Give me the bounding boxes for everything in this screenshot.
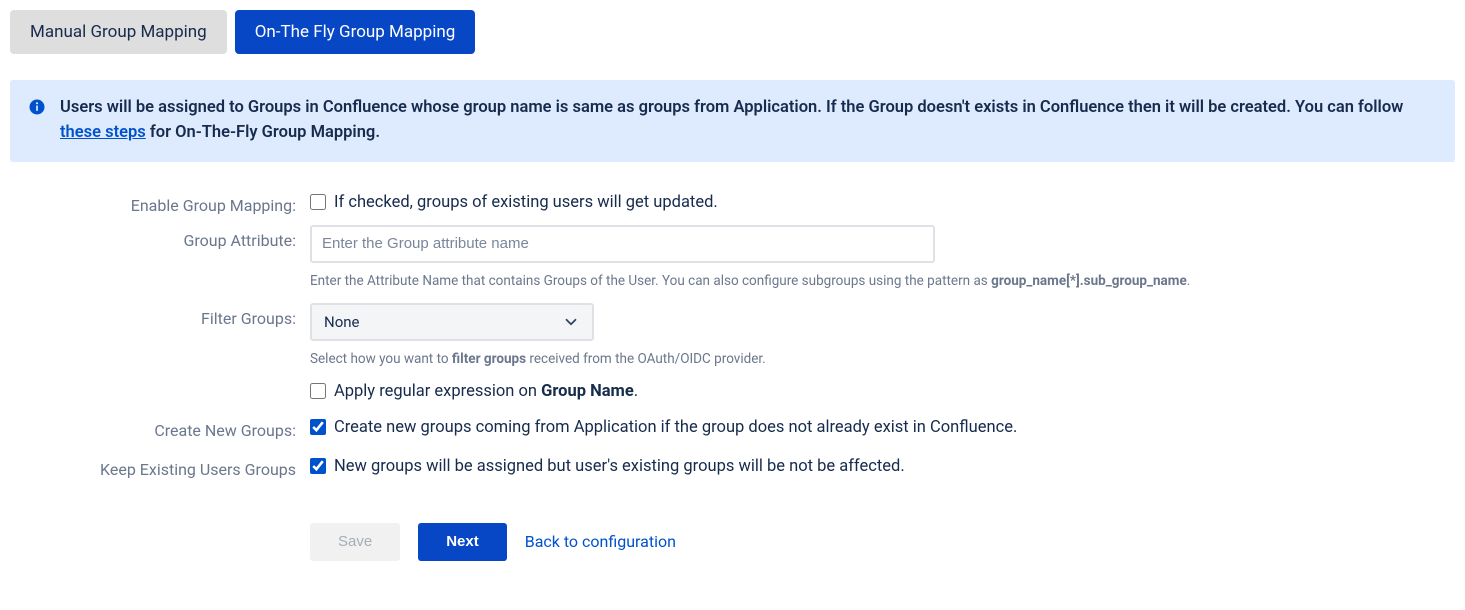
label-keep-existing-groups: Keep Existing Users Groups: [10, 454, 310, 479]
desc-apply-regex: Apply regular expression on Group Name.: [334, 382, 638, 401]
label-enable-group-mapping: Enable Group Mapping:: [10, 190, 310, 215]
checkbox-keep-existing-groups[interactable]: [310, 458, 326, 474]
label-group-attribute: Group Attribute:: [10, 225, 310, 250]
next-button[interactable]: Next: [418, 523, 507, 561]
tabs: Manual Group Mapping On-The Fly Group Ma…: [10, 10, 1455, 54]
info-panel: Users will be assigned to Groups in Conf…: [10, 80, 1455, 162]
info-text: Users will be assigned to Groups in Conf…: [60, 96, 1437, 146]
checkbox-enable-group-mapping[interactable]: [310, 194, 326, 210]
save-button[interactable]: Save: [310, 523, 400, 561]
tab-manual-group-mapping[interactable]: Manual Group Mapping: [10, 10, 227, 54]
desc-create-new-groups: Create new groups coming from Applicatio…: [334, 418, 1017, 437]
form: Enable Group Mapping: If checked, groups…: [10, 190, 1455, 561]
desc-enable-group-mapping: If checked, groups of existing users wil…: [334, 193, 718, 212]
checkbox-apply-regex[interactable]: [310, 383, 326, 399]
input-group-attribute[interactable]: [310, 225, 935, 263]
checkbox-create-new-groups[interactable]: [310, 419, 326, 435]
desc-keep-existing-groups: New groups will be assigned but user's e…: [334, 457, 905, 476]
info-icon: [28, 98, 46, 116]
help-group-attribute: Enter the Attribute Name that contains G…: [310, 273, 1310, 289]
label-filter-groups: Filter Groups:: [10, 303, 310, 328]
buttons-row: Save Next Back to configuration: [310, 523, 1455, 561]
back-to-configuration-link[interactable]: Back to configuration: [525, 532, 676, 551]
tab-on-the-fly-group-mapping[interactable]: On-The Fly Group Mapping: [235, 10, 476, 54]
help-filter-groups: Select how you want to filter groups rec…: [310, 351, 1310, 367]
select-filter-groups-value: None: [324, 313, 360, 331]
label-create-new-groups: Create New Groups:: [10, 415, 310, 440]
select-filter-groups[interactable]: None: [310, 303, 594, 341]
chevron-down-icon: [562, 313, 580, 331]
link-these-steps[interactable]: these steps: [60, 123, 146, 142]
